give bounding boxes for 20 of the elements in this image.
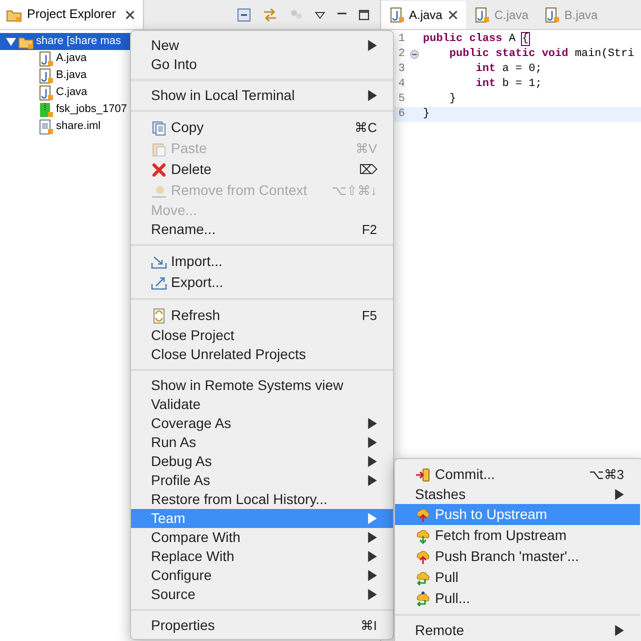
line-number: 2 (397, 47, 405, 62)
shortcut-label: ⌦ (359, 160, 377, 179)
code-text: } (448, 92, 456, 108)
line-number: 5 (397, 92, 405, 108)
shortcut-label: ⌘V (355, 140, 377, 158)
line-number: 1 (397, 32, 405, 48)
shortcut-label: ⌥⌘3 (588, 466, 624, 484)
code-text: int a = 0; (474, 62, 542, 78)
code-text: int b = 1; (474, 77, 542, 92)
line-number: 6 (397, 107, 405, 122)
line-number: 4 (397, 77, 405, 92)
line-number: 3 (397, 62, 405, 78)
code-text: public static void main(Stri (448, 47, 634, 62)
shortcut-label: F5 (362, 306, 377, 325)
code-text: public class A { (423, 32, 529, 48)
shortcut-label: F2 (362, 220, 377, 239)
shortcut-label: ⌘C (354, 118, 377, 137)
shortcut-label: ⌘I (360, 616, 377, 635)
shortcut-label: ⌥⇧⌘↓ (332, 182, 377, 200)
code-text: } (423, 107, 430, 122)
